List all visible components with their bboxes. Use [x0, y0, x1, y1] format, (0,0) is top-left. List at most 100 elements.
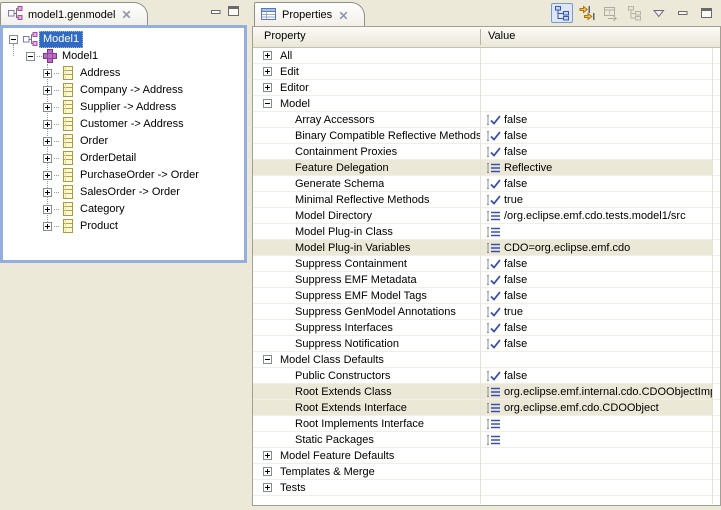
expand-icon[interactable]: [43, 188, 52, 197]
tree-item[interactable]: Product: [3, 218, 244, 235]
property-row[interactable]: Model Plug-in VariablesCDO=org.eclipse.e…: [253, 240, 720, 256]
tree-item-label[interactable]: SalesOrder -> Order: [77, 185, 183, 200]
tree-item-label[interactable]: Model1: [59, 49, 101, 64]
close-icon[interactable]: [339, 11, 348, 20]
show-advanced-properties-button[interactable]: [577, 4, 597, 22]
expand-icon[interactable]: [43, 222, 52, 231]
property-row[interactable]: Model Directory/org.eclipse.emf.cdo.test…: [253, 208, 720, 224]
column-resizer[interactable]: [480, 29, 481, 45]
tree-item[interactable]: Supplier -> Address: [3, 99, 244, 116]
expand-icon[interactable]: [263, 67, 272, 76]
maximize-button[interactable]: [697, 4, 717, 22]
property-row[interactable]: Root Extends Interfaceorg.eclipse.emf.cd…: [253, 400, 720, 416]
tree-item-label[interactable]: Product: [77, 219, 121, 234]
property-row[interactable]: Containment Proxiesfalse: [253, 144, 720, 160]
property-row[interactable]: Suppress EMF Metadatafalse: [253, 272, 720, 288]
property-value[interactable]: false: [504, 145, 527, 159]
property-row[interactable]: Array Accessorsfalse: [253, 112, 720, 128]
property-value[interactable]: false: [504, 289, 527, 303]
column-header-value[interactable]: Value: [488, 30, 515, 42]
property-value[interactable]: false: [504, 273, 527, 287]
property-row[interactable]: Root Implements Interface: [253, 416, 720, 432]
filter-button[interactable]: [625, 4, 645, 22]
tab-model1-genmodel[interactable]: model1.genmodel: [0, 2, 148, 26]
property-value[interactable]: CDO=org.eclipse.emf.cdo: [504, 241, 630, 255]
tree-item[interactable]: OrderDetail: [3, 150, 244, 167]
close-icon[interactable]: [122, 10, 131, 19]
tree-item[interactable]: Order: [3, 133, 244, 150]
property-category-row[interactable]: Edit: [253, 64, 720, 80]
property-row[interactable]: Suppress Notificationfalse: [253, 336, 720, 352]
show-categories-button[interactable]: [551, 3, 573, 23]
property-row[interactable]: Suppress EMF Model Tagsfalse: [253, 288, 720, 304]
expand-icon[interactable]: [43, 154, 52, 163]
property-row[interactable]: Suppress GenModel Annotationstrue: [253, 304, 720, 320]
property-row[interactable]: Static Packages: [253, 432, 720, 448]
property-value[interactable]: true: [504, 305, 523, 319]
property-category-row[interactable]: Model Feature Defaults: [253, 448, 720, 464]
expand-icon[interactable]: [263, 83, 272, 92]
expand-icon[interactable]: [43, 120, 52, 129]
property-category-row[interactable]: Editor: [253, 80, 720, 96]
property-value[interactable]: org.eclipse.emf.cdo.CDOObject: [504, 401, 659, 415]
tree-item[interactable]: Model1: [3, 48, 244, 65]
property-value[interactable]: false: [504, 369, 527, 383]
expand-icon[interactable]: [43, 137, 52, 146]
tree-item-label[interactable]: Order: [77, 134, 111, 149]
property-category-row[interactable]: All: [253, 48, 720, 64]
property-category-row[interactable]: Model: [253, 96, 720, 112]
property-value[interactable]: /org.eclipse.emf.cdo.tests.model1/src: [504, 209, 686, 223]
expand-icon[interactable]: [43, 103, 52, 112]
tree-item[interactable]: Customer -> Address: [3, 116, 244, 133]
property-value[interactable]: false: [504, 337, 527, 351]
tree-item-label[interactable]: Customer -> Address: [77, 117, 187, 132]
view-menu-button[interactable]: [649, 4, 669, 22]
property-row[interactable]: Generate Schemafalse: [253, 176, 720, 192]
property-value[interactable]: false: [504, 177, 527, 191]
expand-icon[interactable]: [263, 467, 272, 476]
property-row[interactable]: Binary Compatible Reflective Methodsfals…: [253, 128, 720, 144]
property-value[interactable]: false: [504, 321, 527, 335]
property-row[interactable]: Suppress Interfacesfalse: [253, 320, 720, 336]
property-row[interactable]: Minimal Reflective Methodstrue: [253, 192, 720, 208]
tree-item[interactable]: Model1: [3, 31, 244, 48]
expand-icon[interactable]: [263, 483, 272, 492]
property-value[interactable]: false: [504, 113, 527, 127]
expand-icon[interactable]: [43, 69, 52, 78]
property-category-row[interactable]: Tests: [253, 480, 720, 496]
property-value[interactable]: false: [504, 257, 527, 271]
tree-item[interactable]: Address: [3, 65, 244, 82]
collapse-icon[interactable]: [26, 52, 35, 61]
tree-item-label[interactable]: Company -> Address: [77, 83, 186, 98]
column-header-property[interactable]: Property: [264, 30, 306, 42]
property-value[interactable]: org.eclipse.emf.internal.cdo.CDOObjectIm…: [504, 385, 712, 399]
property-row[interactable]: Feature DelegationReflective: [253, 160, 720, 176]
tree-item-label[interactable]: Supplier -> Address: [77, 100, 179, 115]
expand-icon[interactable]: [263, 451, 272, 460]
property-value[interactable]: Reflective: [504, 161, 552, 175]
property-category-row[interactable]: Templates & Merge: [253, 464, 720, 480]
tree-item[interactable]: Company -> Address: [3, 82, 244, 99]
collapse-icon[interactable]: [263, 99, 272, 108]
expand-icon[interactable]: [43, 86, 52, 95]
tree-item-label[interactable]: Model1: [39, 31, 83, 48]
property-category-row[interactable]: Model Class Defaults: [253, 352, 720, 368]
property-row[interactable]: Model Plug-in Class: [253, 224, 720, 240]
maximize-icon[interactable]: [228, 6, 240, 20]
restore-default-value-button[interactable]: [601, 4, 621, 22]
tree-item[interactable]: Category: [3, 201, 244, 218]
expand-icon[interactable]: [43, 171, 52, 180]
tree-item[interactable]: SalesOrder -> Order: [3, 184, 244, 201]
property-row[interactable]: Public Constructorsfalse: [253, 368, 720, 384]
property-value[interactable]: false: [504, 129, 527, 143]
minimize-button[interactable]: [673, 4, 693, 22]
property-row[interactable]: Suppress Containmentfalse: [253, 256, 720, 272]
tree-item-label[interactable]: Category: [77, 202, 128, 217]
tree-item-label[interactable]: Address: [77, 66, 123, 81]
tree-item-label[interactable]: OrderDetail: [77, 151, 139, 166]
tab-properties[interactable]: Properties: [254, 2, 365, 27]
collapse-icon[interactable]: [263, 355, 272, 364]
tree-item[interactable]: PurchaseOrder -> Order: [3, 167, 244, 184]
property-value[interactable]: true: [504, 193, 523, 207]
expand-icon[interactable]: [263, 51, 272, 60]
